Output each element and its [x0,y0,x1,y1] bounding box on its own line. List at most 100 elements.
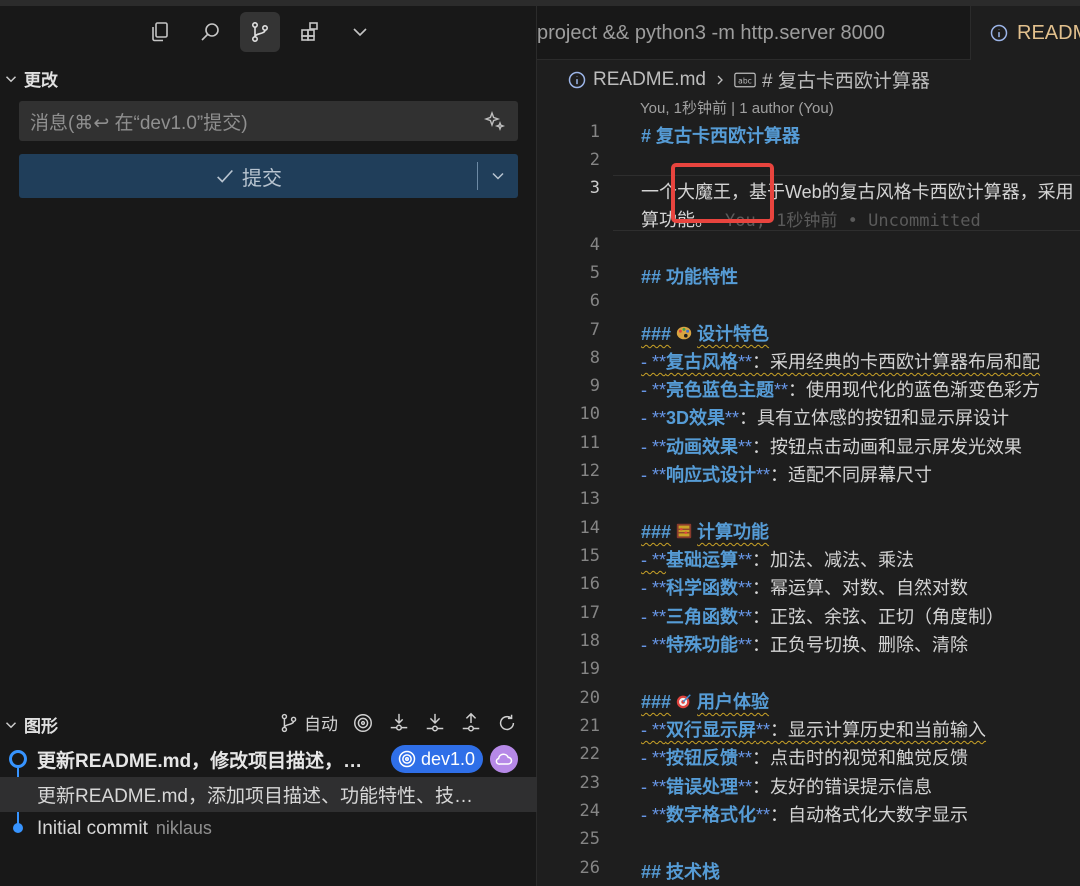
blame-codelens[interactable]: You, 1秒钟前 | 1 author (You) [640,97,834,118]
code-line[interactable]: 21 - **双行显示屏**：显示计算历史和当前输入 [537,716,1080,744]
code-line[interactable]: 14 ### 计算功能 [537,518,1080,546]
code-line[interactable]: 10 - **3D效果**：具有立体感的按钮和显示屏设计 [537,404,1080,432]
bold-text: 数字格式化 [666,805,757,825]
changes-header-label: 更改 [24,71,58,90]
code-line[interactable]: 12 - **响应式设计**：适配不同屏幕尺寸 [537,461,1080,489]
remote-badge[interactable] [490,745,518,773]
changes-section-header[interactable]: 更改 [0,66,58,91]
title-bar-edge [0,0,1080,6]
code-line[interactable]: 22 - **按钮反馈**：点击时的视觉和触觉反馈 [537,744,1080,772]
line-number: 18 [579,631,600,651]
branch-badge[interactable]: dev1.0 [391,745,484,773]
bold-text: 动画效果 [666,437,739,457]
commit-dropdown-button[interactable] [478,154,518,198]
line-text-wrap: - **3D效果**：具有立体感的按钮和显示屏设计 [641,408,1010,428]
line-text: ：采用经典的卡西欧计算器布局和配 [752,352,1041,372]
code-line[interactable]: 1 # 复古卡西欧计算器 [537,122,1080,150]
commit-message-wrap: Initial commit niklaus [37,818,212,840]
code-line[interactable]: 3 一个大魔王，基于Web的复古风格卡西欧计算器，采用 [537,178,1080,206]
pull-icon[interactable] [424,712,446,734]
line-number: 17 [579,603,600,623]
line-text: ：按钮点击动画和显示屏发光效果 [752,437,1023,457]
chevron-right-icon [717,75,723,84]
commit-row[interactable]: Initial commit niklaus [0,811,537,846]
commit-main-action[interactable]: 提交 [19,154,477,198]
sparkle-icon[interactable] [482,109,506,133]
line-text-wrap: - **按钮反馈**：点击时的视觉和触觉反馈 [641,748,969,768]
tab-readme[interactable]: READM [970,6,1080,60]
info-icon [990,24,1008,42]
commit-row[interactable]: 更新README.md，添加项目描述、功能特性、技… [0,777,537,812]
breadcrumb: README.md abc # 复古卡西欧计算器 [567,66,930,93]
source-control-panel: 更改 消息(⌘↩ 在“dev1.0”提交) 提交 图形 自动 更新README.… [0,0,537,886]
refresh-icon[interactable] [496,712,518,734]
code-line[interactable]: 8 - **复古风格**：采用经典的卡西欧计算器布局和配 [537,348,1080,376]
line-text: ：幂运算、对数、自然对数 [752,578,969,598]
commit-button[interactable]: 提交 [19,154,518,198]
code-line[interactable]: 18 - **特殊功能**：正负号切换、删除、清除 [537,631,1080,659]
abacus-icon [676,523,692,539]
palette-icon [676,326,692,340]
code-line[interactable]: 24 - **数字格式化**：自动格式化大数字显示 [537,801,1080,829]
target-icon [398,750,416,768]
graph-auto-label: 自动 [304,715,338,734]
commit-message: 更新README.md，添加项目描述、功能特性、技… [37,786,473,807]
line-number: 26 [579,858,600,878]
fetch-icon[interactable] [388,712,410,734]
line-text: ：自动格式化大数字显示 [770,805,969,825]
search-button[interactable] [190,12,230,52]
target-icon[interactable] [352,712,374,734]
source-control-button[interactable] [240,12,280,52]
line-text-wrap: - **双行显示屏**：显示计算历史和当前输入 [641,720,987,740]
bold-text: 复古风格 [666,352,739,372]
code-line[interactable]: 6 [537,291,1080,319]
code-line[interactable]: 16 - **科学函数**：幂运算、对数、自然对数 [537,574,1080,602]
line-text-wrap: - **特殊功能**：正负号切换、删除、清除 [641,635,969,655]
commit-message: 更新README.md，修改项目描述，… [37,751,363,772]
line-text: ：加法、减法、乘法 [752,550,915,570]
line-number: 20 [579,688,600,708]
line-text: ：具有立体感的按钮和显示屏设计 [739,408,1010,428]
breadcrumb-symbol[interactable]: # 复古卡西欧计算器 [762,66,930,93]
breadcrumb-file[interactable]: README.md [593,69,706,91]
graph-auto-button[interactable]: 自动 [278,710,338,735]
code-line[interactable]: 15 - **基础运算**：加法、减法、乘法 [537,546,1080,574]
line-number: 19 [579,659,600,679]
code-line[interactable]: 4 [537,235,1080,263]
line-text: 计算功能 [697,522,770,542]
code-line[interactable]: 23 - **错误处理**：友好的错误提示信息 [537,773,1080,801]
commit-message-input[interactable]: 消息(⌘↩ 在“dev1.0”提交) [19,101,518,141]
files-icon [152,22,168,42]
search-icon [201,23,219,41]
line-number: 3 [589,178,600,198]
annotation-highlight-box [671,163,774,223]
cloud-icon [495,753,513,765]
code-line[interactable]: 13 [537,489,1080,517]
code-line[interactable]: 7 ### 设计特色 [537,320,1080,348]
code-line[interactable]: 19 [537,659,1080,687]
tab-terminal[interactable]: project && python3 -m http.server 8000 [537,6,899,60]
line-number: 5 [589,263,600,283]
code-line[interactable]: 26 ## 技术栈 [537,858,1080,886]
commit-author: niklaus [155,817,212,838]
line-number: 21 [579,716,600,736]
code-line[interactable]: 25 [537,829,1080,857]
line-text-wrap: ### 计算功能 [641,522,770,542]
code-line[interactable]: 9 - **亮色蓝色主题**：使用现代化的蓝色渐变色彩方 [537,376,1080,404]
graph-header-label: 图形 [24,717,58,736]
code-line[interactable]: 20 ### 用户体验 [537,688,1080,716]
code-line-wrapped[interactable]: 算功能。 You, 1秒钟前 • Uncommitted [537,206,1080,234]
code-line[interactable]: 2 [537,150,1080,178]
code-line[interactable]: 5 ## 功能特性 [537,263,1080,291]
more-views-button[interactable] [340,12,380,52]
extensions-button[interactable] [290,12,330,52]
code-line[interactable]: 17 - **三角函数**：正弦、余弦、正切（角度制） [537,603,1080,631]
code-line[interactable]: 11 - **动画效果**：按钮点击动画和显示屏发光效果 [537,433,1080,461]
push-icon[interactable] [460,712,482,734]
bold-text: 亮色蓝色主题 [666,380,775,400]
line-text: ：显示计算历史和当前输入 [770,720,987,740]
bold-text: 双行显示屏 [666,720,757,740]
line-text-wrap: - **数字格式化**：自动格式化大数字显示 [641,805,969,825]
explorer-button[interactable] [140,12,180,52]
tab-bar: project && python3 -m http.server 8000 R… [537,6,1080,60]
